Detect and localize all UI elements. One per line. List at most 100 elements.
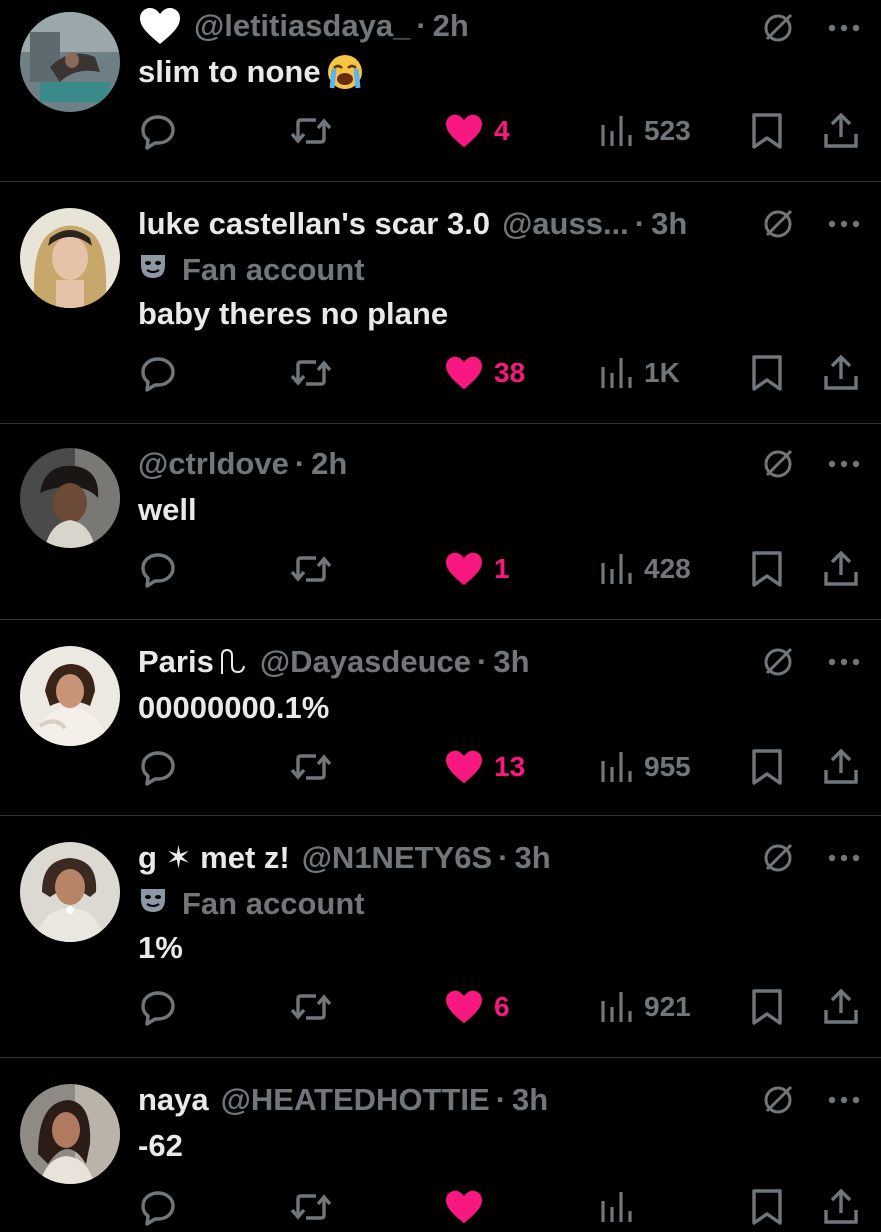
user-handle[interactable]: @HEATEDHOTTIE	[221, 1080, 490, 1120]
repost-button[interactable]	[288, 544, 334, 594]
views-button[interactable]: 1K	[600, 348, 680, 398]
share-button[interactable]	[822, 742, 860, 792]
bookmark-button[interactable]	[750, 742, 784, 792]
timestamp[interactable]: 3h	[493, 642, 529, 682]
repost-button[interactable]	[288, 742, 334, 792]
timestamp[interactable]: 3h	[651, 204, 687, 244]
bookmark-button[interactable]	[750, 544, 784, 594]
repost-icon	[288, 987, 334, 1027]
avatar[interactable]	[20, 448, 120, 548]
timestamp[interactable]: 3h	[514, 838, 550, 878]
theater-mask-icon	[138, 251, 182, 289]
bookmark-icon	[750, 112, 784, 150]
like-button[interactable]: 6	[444, 982, 510, 1032]
reply-button[interactable]	[138, 742, 178, 792]
more-options-icon[interactable]	[827, 1095, 861, 1105]
views-icon	[600, 749, 634, 785]
white-heart-icon	[138, 6, 182, 46]
grok-icon[interactable]	[761, 11, 795, 45]
timestamp[interactable]: 3h	[512, 1080, 548, 1120]
tweet[interactable]: g ✶ met z! @N1NETY6S · 3h Fan account 1%	[0, 816, 881, 1058]
grok-icon[interactable]	[761, 841, 795, 875]
share-button[interactable]	[822, 544, 860, 594]
view-count: 955	[644, 751, 691, 782]
repost-button[interactable]	[288, 982, 334, 1032]
views-button[interactable]	[600, 1182, 644, 1232]
user-handle[interactable]: @ctrldove	[138, 444, 289, 484]
reply-button[interactable]	[138, 106, 178, 156]
grok-icon[interactable]	[761, 207, 795, 241]
more-options-icon[interactable]	[827, 459, 861, 469]
grok-icon[interactable]	[761, 447, 795, 481]
user-handle[interactable]: @auss...	[502, 204, 629, 244]
avatar[interactable]	[20, 208, 120, 308]
bookmark-button[interactable]	[750, 106, 784, 156]
tweet[interactable]: Paris @Dayasdeuce · 3h 00000000.1% 13 95…	[0, 620, 881, 816]
reply-button[interactable]	[138, 1182, 178, 1232]
tweet-top-actions	[761, 1080, 861, 1120]
user-handle[interactable]: @N1NETY6S	[302, 838, 492, 878]
tweet-header: Paris @Dayasdeuce · 3h	[138, 642, 731, 682]
tweet-text: -62	[138, 1128, 183, 1163]
share-button[interactable]	[822, 106, 860, 156]
share-button[interactable]	[822, 348, 860, 398]
like-button[interactable]	[444, 1182, 494, 1232]
share-button[interactable]	[822, 1182, 860, 1232]
grok-icon[interactable]	[761, 1083, 795, 1117]
avatar[interactable]	[20, 646, 120, 746]
reply-button[interactable]	[138, 982, 178, 1032]
bookmark-icon	[750, 1188, 784, 1226]
views-button[interactable]: 955	[600, 742, 691, 792]
grok-icon[interactable]	[761, 645, 795, 679]
more-options-icon[interactable]	[827, 853, 861, 863]
display-name[interactable]: luke castellan's scar 3.0	[138, 204, 490, 244]
bookmark-icon	[750, 748, 784, 786]
repost-button[interactable]	[288, 106, 334, 156]
share-icon	[822, 748, 860, 786]
filled-heart-icon	[444, 1189, 484, 1225]
avatar[interactable]	[20, 1084, 120, 1184]
like-button[interactable]: 4	[444, 106, 510, 156]
repost-icon	[288, 1187, 334, 1227]
timestamp[interactable]: 2h	[433, 6, 469, 46]
tweet-header: @letitiasdaya_ · 2h	[138, 6, 731, 46]
like-button[interactable]: 1	[444, 544, 510, 594]
filled-heart-icon	[444, 113, 484, 149]
more-options-icon[interactable]	[827, 23, 861, 33]
like-button[interactable]: 13	[444, 742, 525, 792]
tweet[interactable]: @letitiasdaya_ · 2h slim to none 4 523	[0, 0, 881, 182]
avatar[interactable]	[20, 12, 120, 112]
tweet-header: @ctrldove · 2h	[138, 444, 731, 484]
user-handle[interactable]: @letitiasdaya_	[194, 6, 410, 46]
user-handle[interactable]: @Dayasdeuce	[260, 642, 471, 682]
views-button[interactable]: 428	[600, 544, 691, 594]
reply-button[interactable]	[138, 544, 178, 594]
tweet[interactable]: luke castellan's scar 3.0 @auss... · 3h …	[0, 182, 881, 424]
bookmark-button[interactable]	[750, 1182, 784, 1232]
timestamp[interactable]: 2h	[311, 444, 347, 484]
bookmark-button[interactable]	[750, 348, 784, 398]
views-button[interactable]: 523	[600, 106, 691, 156]
tweet[interactable]: @ctrldove · 2h well 1 428	[0, 424, 881, 620]
display-name[interactable]: g ✶ met z!	[138, 838, 290, 878]
separator-dot: ·	[416, 8, 427, 43]
loudly-crying-face-icon	[325, 52, 365, 92]
tweet-text: baby theres no plane	[138, 296, 449, 331]
fan-account-label: Fan account	[138, 250, 365, 290]
view-count: 1K	[644, 357, 680, 388]
reply-icon	[138, 353, 178, 393]
avatar[interactable]	[20, 842, 120, 942]
repost-button[interactable]	[288, 1182, 334, 1232]
display-name[interactable]: Paris	[138, 642, 248, 682]
views-button[interactable]: 921	[600, 982, 691, 1032]
like-count: 38	[494, 357, 526, 388]
tweet[interactable]: naya @HEATEDHOTTIE · 3h -62	[0, 1058, 881, 1226]
more-options-icon[interactable]	[827, 657, 861, 667]
share-button[interactable]	[822, 982, 860, 1032]
bookmark-button[interactable]	[750, 982, 784, 1032]
repost-button[interactable]	[288, 348, 334, 398]
more-options-icon[interactable]	[827, 219, 861, 229]
like-button[interactable]: 38	[444, 348, 525, 398]
display-name[interactable]: naya	[138, 1080, 209, 1120]
reply-button[interactable]	[138, 348, 178, 398]
